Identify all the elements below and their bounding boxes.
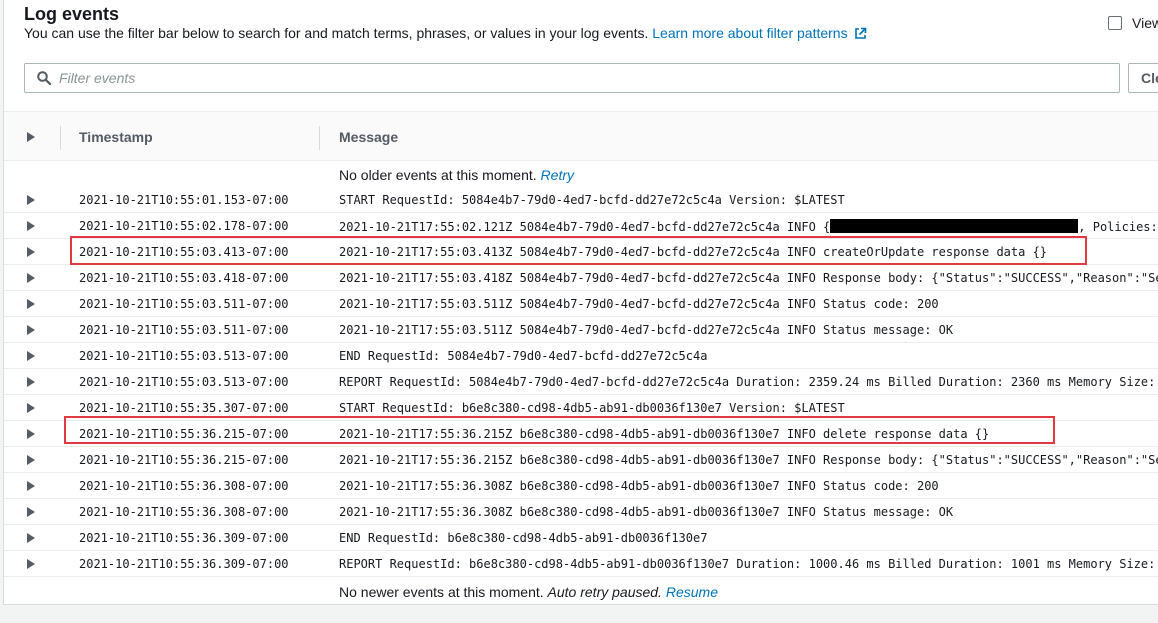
log-event-row[interactable]: 2021-10-21T10:55:03.513-07:00 REPORT Requ…: [4, 369, 1158, 395]
log-message: START RequestId: b6e8c380-cd98-4db5-ab91…: [339, 401, 845, 415]
log-events-list: 2021-10-21T10:55:01.153-07:00 START Reque…: [4, 187, 1158, 577]
log-message: 2021-10-21T17:55:03.413Z 5084e4b7-79d0-4…: [339, 245, 1048, 259]
table-header: Timestamp Message: [4, 111, 1158, 161]
newer-events-text: No newer events at this moment.: [339, 584, 544, 600]
caret-right-icon[interactable]: [27, 273, 35, 283]
caret-right-icon[interactable]: [27, 429, 35, 439]
log-events-panel: Log events You can use the filter bar be…: [3, 0, 1158, 605]
log-message: 2021-10-21T17:55:02.121Z 5084e4b7-79d0-4…: [339, 219, 1158, 234]
log-message: END RequestId: 5084e4b7-79d0-4ed7-bcfd-d…: [339, 349, 708, 363]
filter-box: [24, 63, 1120, 93]
log-event-row[interactable]: 2021-10-21T10:55:36.309-07:00 END Request…: [4, 525, 1158, 551]
older-events-notice: No older events at this moment. Retry: [339, 167, 574, 183]
log-event-row[interactable]: 2021-10-21T10:55:03.418-07:00 2021-10-21T…: [4, 265, 1158, 291]
log-message: 2021-10-21T17:55:36.308Z b6e8c380-cd98-4…: [339, 505, 954, 519]
learn-more-link[interactable]: Learn more about filter patterns: [652, 25, 866, 41]
log-timestamp: 2021-10-21T10:55:01.153-07:00: [79, 193, 289, 207]
redacted-block: [830, 219, 1079, 233]
log-timestamp: 2021-10-21T10:55:03.511-07:00: [79, 297, 289, 311]
page-description: You can use the filter bar below to sear…: [24, 25, 867, 41]
column-separator: [319, 126, 320, 150]
resume-link[interactable]: Resume: [666, 584, 718, 600]
log-event-row[interactable]: 2021-10-21T10:55:03.413-07:00 2021-10-21T…: [4, 236, 1158, 265]
caret-right-icon[interactable]: [27, 247, 35, 257]
filter-events-input[interactable]: [59, 68, 1099, 88]
column-separator: [60, 126, 61, 150]
log-message: 2021-10-21T17:55:36.308Z b6e8c380-cd98-4…: [339, 479, 939, 493]
caret-right-icon[interactable]: [27, 195, 35, 205]
log-timestamp: 2021-10-21T10:55:02.178-07:00: [79, 219, 289, 233]
caret-right-icon[interactable]: [27, 533, 35, 543]
view-checkbox[interactable]: [1108, 16, 1122, 30]
external-link-icon: [854, 27, 866, 39]
log-event-row[interactable]: 2021-10-21T10:55:36.308-07:00 2021-10-21T…: [4, 473, 1158, 499]
log-timestamp: 2021-10-21T10:55:03.513-07:00: [79, 349, 289, 363]
clear-button[interactable]: Clear: [1128, 63, 1158, 93]
log-message: 2021-10-21T17:55:36.215Z b6e8c380-cd98-4…: [339, 427, 990, 441]
log-timestamp: 2021-10-21T10:55:36.308-07:00: [79, 505, 289, 519]
log-message: START RequestId: 5084e4b7-79d0-4ed7-bcfd…: [339, 193, 845, 207]
description-text: You can use the filter bar below to sear…: [24, 25, 649, 41]
log-event-row[interactable]: 2021-10-21T10:55:02.178-07:00 2021-10-21T…: [4, 213, 1158, 239]
log-message: 2021-10-21T17:55:03.511Z 5084e4b7-79d0-4…: [339, 297, 939, 311]
log-timestamp: 2021-10-21T10:55:03.513-07:00: [79, 375, 289, 389]
log-message: END RequestId: b6e8c380-cd98-4db5-ab91-d…: [339, 531, 708, 545]
caret-right-icon[interactable]: [27, 325, 35, 335]
log-event-row[interactable]: 2021-10-21T10:55:36.309-07:00 REPORT Requ…: [4, 551, 1158, 577]
log-timestamp: 2021-10-21T10:55:03.413-07:00: [79, 245, 289, 259]
log-timestamp: 2021-10-21T10:55:36.215-07:00: [79, 427, 289, 441]
log-message: 2021-10-21T17:55:03.511Z 5084e4b7-79d0-4…: [339, 323, 954, 337]
log-timestamp: 2021-10-21T10:55:35.307-07:00: [79, 401, 289, 415]
log-event-row[interactable]: 2021-10-21T10:55:03.513-07:00 END Request…: [4, 343, 1158, 369]
log-timestamp: 2021-10-21T10:55:36.309-07:00: [79, 531, 289, 545]
newer-events-notice: No newer events at this moment. Auto ret…: [339, 584, 718, 600]
log-timestamp: 2021-10-21T10:55:03.418-07:00: [79, 271, 289, 285]
log-timestamp: 2021-10-21T10:55:36.309-07:00: [79, 557, 289, 571]
log-event-row[interactable]: 2021-10-21T10:55:36.215-07:00 2021-10-21T…: [4, 416, 1158, 447]
search-icon: [37, 71, 51, 85]
view-label: View: [1132, 15, 1158, 31]
page-title: Log events: [24, 4, 120, 24]
caret-right-icon[interactable]: [27, 299, 35, 309]
expand-all-icon[interactable]: [27, 132, 35, 142]
log-timestamp: 2021-10-21T10:55:36.308-07:00: [79, 479, 289, 493]
learn-more-label: Learn more about filter patterns: [652, 25, 848, 41]
auto-retry-paused-text: Auto retry paused.: [547, 584, 662, 600]
log-message: 2021-10-21T17:55:03.418Z 5084e4b7-79d0-4…: [339, 271, 1158, 285]
caret-right-icon[interactable]: [27, 507, 35, 517]
caret-right-icon[interactable]: [27, 455, 35, 465]
log-event-row[interactable]: 2021-10-21T10:55:03.511-07:00 2021-10-21T…: [4, 317, 1158, 343]
retry-link[interactable]: Retry: [541, 167, 574, 183]
caret-right-icon[interactable]: [27, 351, 35, 361]
log-event-row[interactable]: 2021-10-21T10:55:36.215-07:00 2021-10-21T…: [4, 447, 1158, 473]
column-header-message[interactable]: Message: [339, 129, 398, 145]
log-message: REPORT RequestId: 5084e4b7-79d0-4ed7-bcf…: [339, 375, 1156, 389]
column-header-timestamp[interactable]: Timestamp: [79, 129, 153, 145]
log-event-row[interactable]: 2021-10-21T10:55:35.307-07:00 START Reque…: [4, 395, 1158, 421]
caret-right-icon[interactable]: [27, 377, 35, 387]
caret-right-icon[interactable]: [27, 221, 35, 231]
caret-right-icon[interactable]: [27, 481, 35, 491]
log-timestamp: 2021-10-21T10:55:03.511-07:00: [79, 323, 289, 337]
log-event-row[interactable]: 2021-10-21T10:55:36.308-07:00 2021-10-21T…: [4, 499, 1158, 525]
log-event-row[interactable]: 2021-10-21T10:55:03.511-07:00 2021-10-21T…: [4, 291, 1158, 317]
log-message-text: 2021-10-21T17:55:02.121Z 5084e4b7-79d0-4…: [339, 220, 831, 234]
log-timestamp: 2021-10-21T10:55:36.215-07:00: [79, 453, 289, 467]
older-events-text: No older events at this moment.: [339, 167, 537, 183]
caret-right-icon[interactable]: [27, 559, 35, 569]
log-message: 2021-10-21T17:55:36.215Z b6e8c380-cd98-4…: [339, 453, 1158, 467]
log-message-tail: , Policies:: [1078, 220, 1158, 234]
caret-right-icon[interactable]: [27, 403, 35, 413]
log-event-row[interactable]: 2021-10-21T10:55:01.153-07:00 START Reque…: [4, 187, 1158, 213]
log-message: REPORT RequestId: b6e8c380-cd98-4db5-ab9…: [339, 557, 1156, 571]
